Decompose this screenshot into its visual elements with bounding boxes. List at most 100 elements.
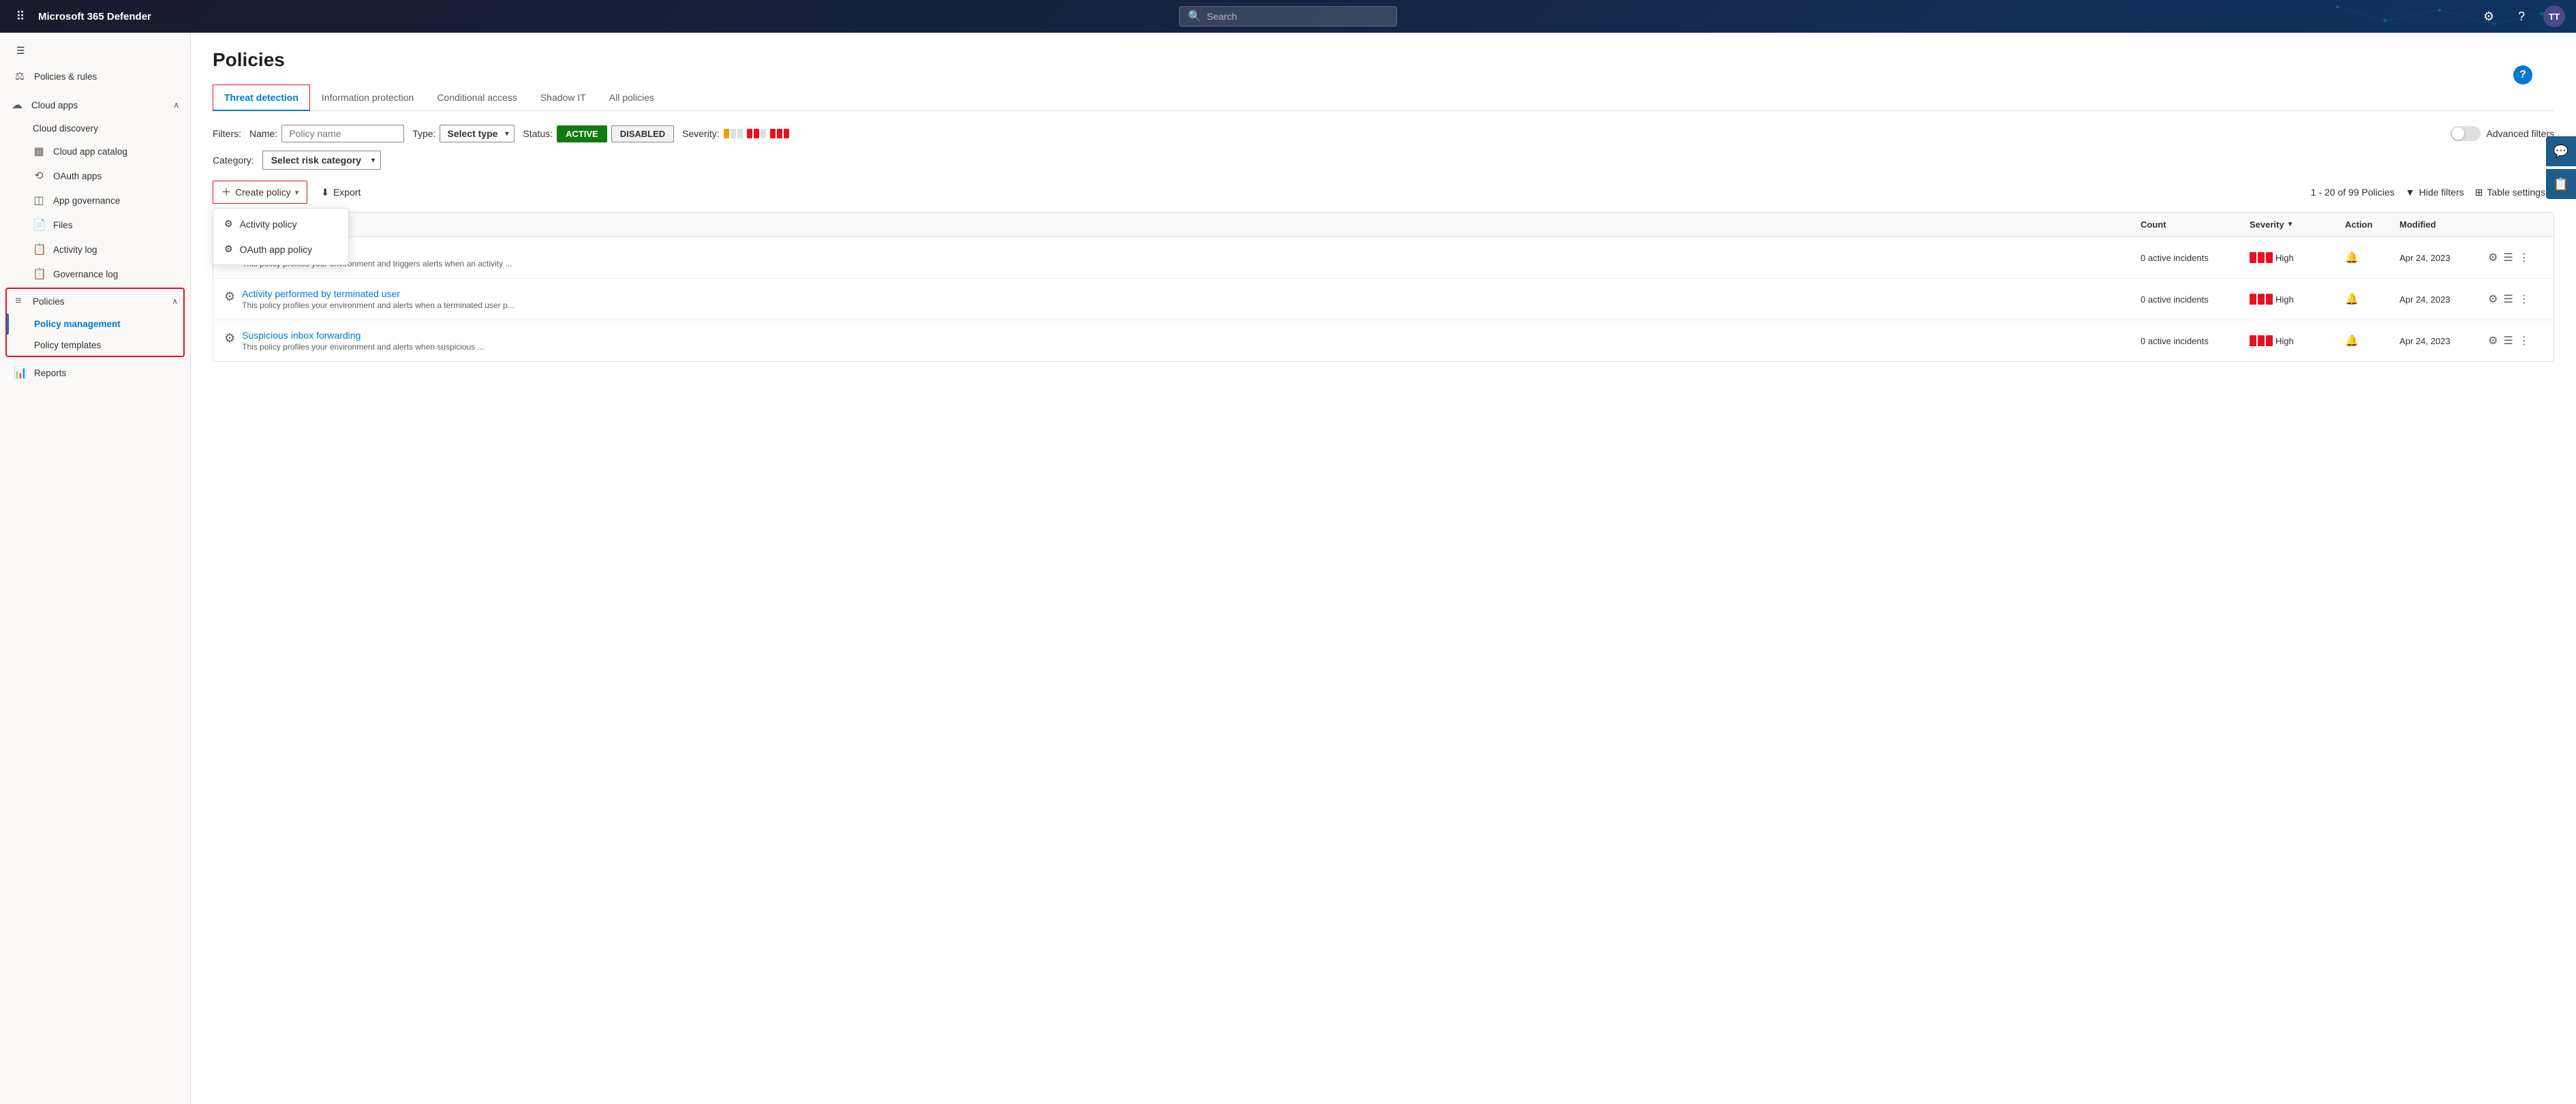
chevron-up-icon: ∧ [172,296,178,306]
settings-action-icon[interactable]: ⚙ [2488,251,2498,264]
col-header-name[interactable]: Name [224,219,2141,230]
sidebar-item-files[interactable]: 📄 Files [0,213,190,237]
sidebar-item-policy-management[interactable]: Policy management [7,313,183,335]
policy-action-icons: ⚙ ☰ ⋮ [2488,251,2543,264]
settings-icon[interactable]: ⚙ [2478,5,2500,27]
policy-severity: High [2250,252,2345,263]
sidebar-item-reports[interactable]: 📊 Reports [0,360,190,386]
feedback-button[interactable]: 📋 [2546,169,2576,199]
bell-icon: 🔔 [2345,252,2359,264]
sidebar-item-policies[interactable]: ≡ Policies ∧ [7,289,183,313]
list-action-icon[interactable]: ☰ [2503,251,2513,264]
severity-low-icon[interactable] [724,129,743,138]
create-policy-dropdown: ⚙ Activity policy ⚙ OAuth app policy [213,208,349,265]
tab-conditional-access[interactable]: Conditional access [425,85,529,110]
help-icon[interactable]: ? [2511,5,2532,27]
search-bar[interactable]: 🔍 [1179,6,1397,27]
status-disabled-button[interactable]: DISABLED [611,125,674,142]
more-action-icon[interactable]: ⋮ [2519,292,2530,306]
sidebar-item-cloud-discovery[interactable]: Cloud discovery [0,118,190,139]
sidebar-item-policies-rules[interactable]: ⚖ Policies & rules [0,63,190,89]
severity-medium-icon[interactable] [747,129,766,138]
files-icon: 📄 [33,218,45,232]
policy-row-icon: ⚙ [224,331,235,346]
cloud-apps-icon: ☁ [11,98,23,112]
severity-label: High [2275,253,2294,263]
tab-all-policies[interactable]: All policies [598,85,666,110]
table-settings-icon: ⊞ [2475,187,2483,198]
sidebar-item-app-governance[interactable]: ◫ App governance [0,188,190,213]
policy-name[interactable]: Activity performed by terminated user [242,288,515,299]
name-filter-input[interactable] [281,125,404,142]
dropdown-item-oauth-app-policy[interactable]: ⚙ OAuth app policy [213,236,348,262]
help-button[interactable]: ? [2513,65,2532,85]
tab-threat-detection[interactable]: Threat detection [213,85,310,111]
type-filter-label: Type: [412,128,435,139]
sidebar-item-activity-log[interactable]: 📋 Activity log [0,237,190,262]
activity-log-icon: 📋 [33,243,45,256]
sidebar-item-label: Policies & rules [34,72,97,82]
hide-filters-button[interactable]: ▼ Hide filters [2406,187,2464,198]
policy-count: 1 - 20 of 99 Policies [2311,187,2395,198]
category-filter-value: Select risk category [271,155,361,166]
filters-row2: Category: Select risk category ▾ [213,151,2554,170]
table-settings-button[interactable]: ⊞ Table settings ▾ [2475,187,2554,198]
content-area: Policies ? Threat detection Information … [191,33,2576,1104]
sidebar-item-label: Reports [34,368,66,378]
settings-action-icon[interactable]: ⚙ [2488,292,2498,306]
sidebar-item-cloud-app-catalog[interactable]: ▦ Cloud app catalog [0,139,190,164]
top-nav-icons: ⚙ ? TT [2478,5,2565,27]
status-active-button[interactable]: ACTIVE [557,125,607,142]
table-row: ⚙ Suspicious inbox forwarding This polic… [213,320,2554,361]
settings-action-icon[interactable]: ⚙ [2488,334,2498,348]
sidebar-item-cloud-apps[interactable]: ☁ Cloud apps ∧ [0,92,190,118]
list-action-icon[interactable]: ☰ [2503,334,2513,348]
tab-information-protection[interactable]: Information protection [310,85,425,110]
list-action-icon[interactable]: ☰ [2503,292,2513,306]
dropdown-item-activity-policy[interactable]: ⚙ Activity policy [213,211,348,236]
create-policy-label: Create policy [235,187,291,198]
chat-support-button[interactable]: 💬 [2546,136,2576,166]
bell-icon: 🔔 [2345,294,2359,305]
col-header-action[interactable]: Action [2345,219,2399,230]
more-action-icon[interactable]: ⋮ [2519,251,2530,264]
sidebar-item-policy-templates[interactable]: Policy templates [7,335,183,356]
tab-shadow-it[interactable]: Shadow IT [529,85,598,110]
sidebar-item-oauth-apps[interactable]: ⟲ OAuth apps [0,164,190,188]
severity-icons [724,129,789,138]
waffle-menu-icon[interactable]: ⠿ [11,7,30,26]
sidebar-item-label: Policies [33,296,65,307]
status-filter-label: Status: [523,128,553,139]
sidebar-menu-button[interactable]: ☰ [5,38,185,63]
policy-modified: Apr 24, 2023 [2399,336,2488,346]
activity-policy-icon: ⚙ [224,218,233,230]
table-row: ⚙ Activity performed by terminated user … [213,279,2554,320]
col-header-modified[interactable]: Modified [2399,219,2488,230]
download-icon: ⬇ [321,187,329,198]
right-panel: 💬 📋 [2546,136,2576,199]
avatar[interactable]: TT [2543,5,2565,27]
type-filter-select[interactable]: Select type ▾ [440,125,515,142]
policy-action-icons: ⚙ ☰ ⋮ [2488,292,2543,306]
severity-high-icon[interactable] [770,129,789,138]
policy-name-cell: ⚙ Activity performed by terminated user … [224,288,2141,310]
more-action-icon[interactable]: ⋮ [2519,334,2530,348]
governance-log-icon: 📋 [33,267,45,281]
advanced-filters-toggle[interactable]: Advanced filters [2451,126,2554,141]
category-filter-select[interactable]: Select risk category ▾ [262,151,381,170]
advanced-filters-switch[interactable] [2451,126,2481,141]
col-header-count[interactable]: Count [2141,219,2250,230]
reports-icon: 📊 [14,366,26,380]
col-header-severity[interactable]: Severity ▼ [2250,219,2345,230]
search-input[interactable] [1207,11,1388,22]
sidebar-item-governance-log[interactable]: 📋 Governance log [0,262,190,286]
status-filter-group: Status: ACTIVE DISABLED [523,125,674,142]
create-policy-button[interactable]: ＋ Create policy ▾ [213,181,307,204]
main-layout: ☰ ⚖ Policies & rules ☁ Cloud apps ∧ Clou… [0,33,2576,1104]
export-button[interactable]: ⬇ Export [313,183,369,202]
policy-count: 0 active incidents [2141,253,2250,263]
chevron-up-icon: ∧ [173,100,179,110]
policy-name[interactable]: Suspicious inbox forwarding [242,330,485,341]
cloud-app-catalog-icon: ▦ [33,144,45,158]
page-title: Policies [213,49,285,71]
